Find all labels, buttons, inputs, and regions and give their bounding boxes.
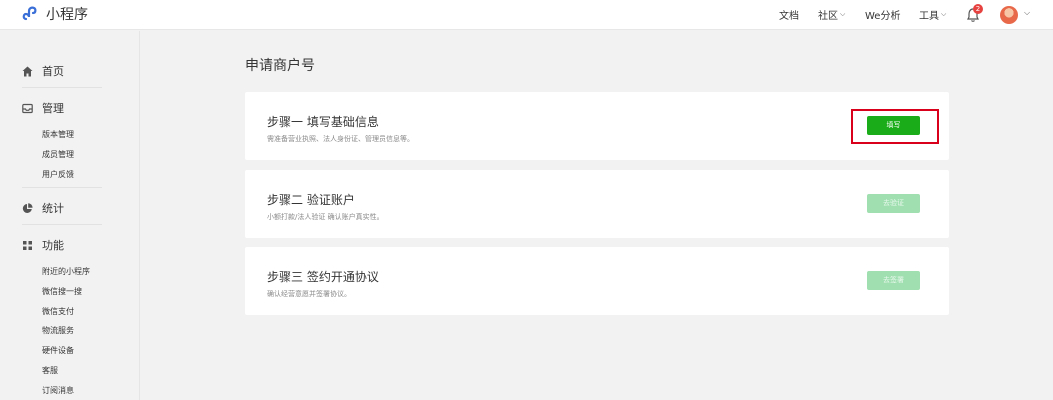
verify-button[interactable]: 去验证: [867, 194, 920, 213]
sidebar-divider: [22, 224, 102, 225]
sign-button[interactable]: 去签署: [867, 271, 920, 290]
grid-icon: [23, 240, 32, 250]
nav-community[interactable]: 社区 ⌵: [818, 0, 845, 28]
logo-text: 小程序: [46, 7, 88, 23]
sidebar-item-label: 功能: [42, 239, 64, 252]
logo[interactable]: 小程序: [22, 4, 88, 24]
page-title: 申请商户号: [245, 58, 315, 74]
sidebar-subitem-nearby[interactable]: 附近的小程序: [42, 266, 90, 277]
sidebar-subitem-subscription[interactable]: 订阅消息: [42, 385, 74, 396]
highlight-box: [851, 109, 939, 144]
inbox-icon: [22, 103, 33, 113]
step-description: 需准备营业执照、法人身份证、管理员信息等。: [267, 135, 414, 143]
step-description: 确认经营意愿并签署协议。: [267, 290, 351, 298]
nav-tools[interactable]: 工具 ⌵: [919, 0, 946, 28]
sidebar-item-label: 首页: [42, 65, 64, 78]
step-description: 小额打款/法人验证 确认账户真实性。: [267, 213, 384, 221]
chevron-down-icon[interactable]: ⌵: [1024, 8, 1030, 18]
nav-analytics-label: We分析: [865, 10, 901, 22]
step-card-2: 步骤二 验证账户 小额打款/法人验证 确认账户真实性。 去验证: [245, 170, 949, 238]
nav-tools-label: 工具: [919, 10, 939, 22]
nav-docs[interactable]: 文档: [779, 0, 799, 28]
sidebar-subitem-service[interactable]: 客服: [42, 365, 58, 376]
nav-community-label: 社区: [818, 10, 838, 22]
pie-chart-icon: [22, 202, 33, 213]
sidebar-subitem-version[interactable]: 版本管理: [42, 129, 74, 140]
home-icon: [22, 66, 33, 76]
sidebar-item-home[interactable]: 首页: [22, 63, 64, 79]
sidebar-subitem-members[interactable]: 成员管理: [42, 149, 74, 160]
step-title: 步骤二 验证账户: [267, 193, 355, 207]
sidebar-subitem-logistics[interactable]: 物流服务: [42, 325, 74, 336]
avatar[interactable]: [1000, 6, 1018, 24]
nav-docs-label: 文档: [779, 10, 799, 22]
top-bar: 小程序 文档 社区 ⌵ We分析 工具 ⌵ 2 ⌵: [0, 0, 1053, 30]
nav-analytics[interactable]: We分析: [865, 0, 900, 28]
sidebar-item-stats[interactable]: 统计: [22, 200, 64, 216]
sidebar-subitem-search[interactable]: 微信搜一搜: [42, 286, 82, 297]
sidebar: 首页 管理 版本管理 成员管理 用户反馈 统计 功能 附近的小程序 微信搜一搜 …: [0, 31, 140, 400]
sidebar-subitem-hardware[interactable]: 硬件设备: [42, 345, 74, 356]
sidebar-subitem-feedback[interactable]: 用户反馈: [42, 169, 74, 180]
step-title: 步骤三 签约开通协议: [267, 270, 379, 284]
chevron-down-icon: ⌵: [840, 9, 846, 18]
sidebar-divider: [22, 187, 102, 188]
sidebar-subitem-pay[interactable]: 微信支付: [42, 306, 74, 317]
sidebar-item-features[interactable]: 功能: [22, 237, 64, 253]
sidebar-item-manage[interactable]: 管理: [22, 100, 64, 116]
sidebar-item-label: 管理: [42, 102, 64, 115]
sidebar-item-label: 统计: [42, 202, 64, 215]
step-card-1: 步骤一 填写基础信息 需准备营业执照、法人身份证、管理员信息等。 填写: [245, 92, 949, 160]
step-title: 步骤一 填写基础信息: [267, 115, 379, 129]
chevron-down-icon: ⌵: [941, 9, 947, 18]
step-card-3: 步骤三 签约开通协议 确认经营意愿并签署协议。 去签署: [245, 247, 949, 315]
notification-badge: 2: [973, 4, 983, 14]
sidebar-divider: [22, 87, 102, 88]
miniprogram-logo-icon: [22, 6, 37, 21]
